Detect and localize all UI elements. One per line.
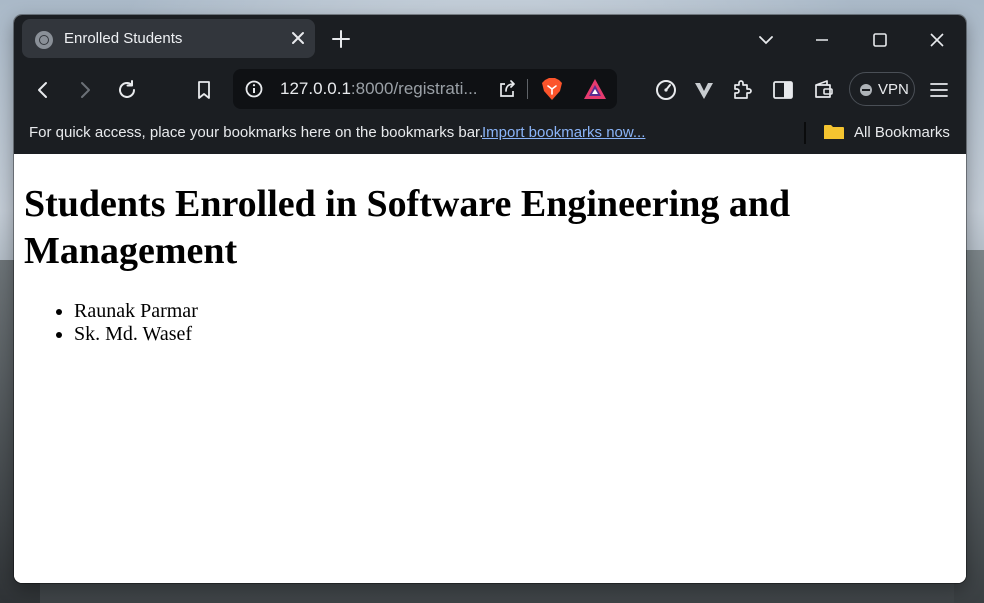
all-bookmarks-button[interactable]: All Bookmarks <box>854 124 950 141</box>
share-icon[interactable] <box>497 79 517 99</box>
folder-icon <box>824 124 844 140</box>
address-bar[interactable]: 127.0.0.1:8000/registrati... <box>233 69 617 109</box>
wallet-icon[interactable] <box>812 78 836 102</box>
speedometer-icon[interactable] <box>654 78 678 102</box>
browser-window: Enrolled Students 127.0.0.1:8000/registr… <box>14 15 966 583</box>
bookmarks-hint: For quick access, place your bookmarks h… <box>29 124 484 141</box>
info-icon[interactable] <box>245 80 263 98</box>
page-heading: Students Enrolled in Software Engineerin… <box>24 183 791 272</box>
bookmarks-divider <box>804 122 806 144</box>
tab-enrolled-students[interactable]: Enrolled Students <box>22 19 315 58</box>
minimize-icon[interactable] <box>810 28 834 52</box>
url-text[interactable]: 127.0.0.1:8000/registrati... <box>280 79 478 99</box>
import-bookmarks-link[interactable]: Import bookmarks now... <box>482 124 645 141</box>
maximize-icon[interactable] <box>868 28 892 52</box>
vpn-button[interactable]: VPN <box>849 72 915 106</box>
vpn-status-icon <box>860 84 872 96</box>
reload-icon[interactable] <box>115 78 139 102</box>
vpn-label: VPN <box>878 81 909 98</box>
url-path: :8000/registrati... <box>350 79 478 98</box>
list-item: Sk. Md. Wasef <box>74 323 198 346</box>
brave-lion-icon[interactable] <box>541 77 563 101</box>
sidebar-icon[interactable] <box>771 78 795 102</box>
globe-icon <box>35 31 53 49</box>
tab-title: Enrolled Students <box>64 30 183 47</box>
chevron-down-icon[interactable] <box>754 28 778 52</box>
list-item: Raunak Parmar <box>74 300 198 323</box>
brave-rewards-icon[interactable] <box>583 78 607 100</box>
puzzle-icon[interactable] <box>730 78 754 102</box>
url-host: 127.0.0.1 <box>280 79 351 98</box>
tab-strip: Enrolled Students <box>14 15 966 65</box>
v-extension-icon[interactable] <box>692 78 716 102</box>
student-list: Raunak Parmar Sk. Md. Wasef <box>14 300 198 346</box>
plus-icon[interactable] <box>330 28 352 50</box>
back-arrow-icon[interactable] <box>31 78 55 102</box>
navigation-toolbar: 127.0.0.1:8000/registrati... VPN <box>14 65 966 115</box>
page-content: Students Enrolled in Software Engineerin… <box>14 154 966 583</box>
close-icon[interactable] <box>288 28 308 48</box>
bookmark-icon[interactable] <box>192 78 216 102</box>
close-window-icon[interactable] <box>925 28 949 52</box>
url-divider <box>527 79 528 99</box>
bookmarks-bar: For quick access, place your bookmarks h… <box>14 115 966 154</box>
forward-arrow-icon[interactable] <box>73 78 97 102</box>
hamburger-menu-icon[interactable] <box>927 78 951 102</box>
